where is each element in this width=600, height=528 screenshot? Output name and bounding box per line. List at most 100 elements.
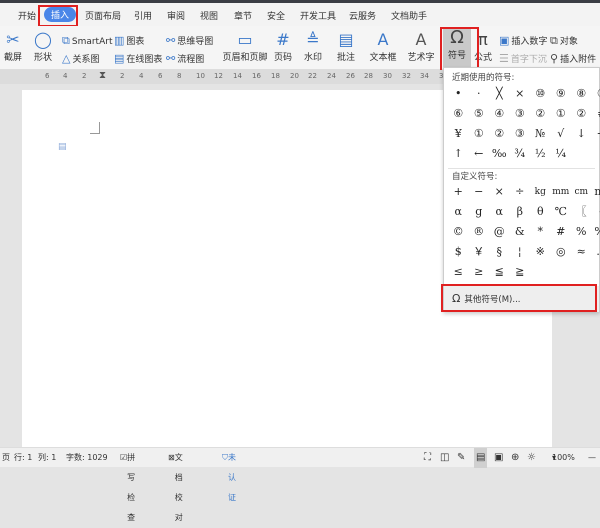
symbol-item[interactable]: ② xyxy=(571,104,592,124)
attachment-button[interactable]: ⚲插入附件 xyxy=(550,52,596,65)
symbol-item[interactable]: ÷ xyxy=(510,182,531,202)
symbol-item[interactable]: ⑨ xyxy=(551,84,572,104)
zoom-out-button[interactable]: — xyxy=(588,448,596,468)
symbol-item[interactable]: ⑧ xyxy=(571,84,592,104)
symbol-item[interactable]: ® xyxy=(469,222,490,242)
symbol-item[interactable]: ① xyxy=(469,124,490,144)
chart-button[interactable]: ▥图表 xyxy=(114,34,144,47)
symbol-item[interactable]: © xyxy=(448,222,469,242)
tab-page-layout[interactable]: 页面布局 xyxy=(85,9,121,22)
wordart-button[interactable]: A艺术字 xyxy=(405,30,437,63)
symbol-item[interactable]: · xyxy=(469,84,490,104)
symbol-item[interactable]: ① xyxy=(551,104,572,124)
symbol-item[interactable]: ≤ xyxy=(448,262,469,282)
symbol-item[interactable]: { xyxy=(592,202,600,222)
zoom-level[interactable]: 100% ▾ xyxy=(552,448,556,468)
tab-view[interactable]: 视图 xyxy=(200,9,218,22)
symbol-item[interactable]: ‰ xyxy=(489,144,510,164)
symbol-item[interactable]: ℃ xyxy=(551,202,572,222)
symbol-item[interactable]: ⑥ xyxy=(448,104,469,124)
symbol-item[interactable]: ≠ xyxy=(592,104,600,124)
page-number-button[interactable]: #页码 xyxy=(270,30,296,63)
symbol-item[interactable]: ￥ xyxy=(469,242,490,262)
symbol-item[interactable]: ⑤ xyxy=(469,104,490,124)
symbol-item[interactable]: α xyxy=(489,202,510,222)
symbol-item[interactable]: ⑦ xyxy=(592,84,600,104)
watermark-button[interactable]: ≜水印 xyxy=(300,30,326,63)
symbol-item[interactable]: × xyxy=(489,182,510,202)
symbol-item[interactable]: ③ xyxy=(510,124,531,144)
symbol-item[interactable]: α xyxy=(448,202,469,222)
symbol-item[interactable]: ¦ xyxy=(510,242,531,262)
eye-protect-icon[interactable]: ☼ xyxy=(527,448,536,468)
textbox-button[interactable]: A文本框 xyxy=(367,30,399,63)
symbol-item[interactable]: * xyxy=(530,222,551,242)
symbol-item[interactable]: θ xyxy=(530,202,551,222)
symbol-item[interactable]: ≈ xyxy=(571,242,592,262)
symbol-item[interactable]: … xyxy=(592,242,600,262)
indent-marker[interactable]: ⧗ xyxy=(99,70,106,81)
symbol-item[interactable]: ½ xyxy=(530,144,551,164)
fullscreen-icon[interactable]: ⛶ xyxy=(424,448,431,468)
symbol-item[interactable]: + xyxy=(448,182,469,202)
symbol-item[interactable]: g xyxy=(469,202,490,222)
symbol-item[interactable]: mm xyxy=(551,182,572,202)
symbol-item[interactable]: ※ xyxy=(530,242,551,262)
proofread-button[interactable]: ⊠ 文档校对 xyxy=(168,448,175,468)
symbol-item[interactable]: ≦ xyxy=(489,262,510,282)
mindmap-button[interactable]: ⚯思维导图 xyxy=(166,34,213,47)
tab-doc-assistant[interactable]: 文档助手 xyxy=(391,9,427,22)
word-count[interactable]: 字数: 1029 xyxy=(66,448,108,468)
screenshot-button[interactable]: ✂截屏 xyxy=(2,30,24,63)
symbol-item[interactable]: ⑩ xyxy=(530,84,551,104)
certification-button[interactable]: ⛉ 未认证 xyxy=(222,448,228,468)
shape-button[interactable]: ◯形状 xyxy=(30,30,56,63)
reading-mode-icon[interactable]: ◫ xyxy=(440,448,449,468)
relation-button[interactable]: △关系图 xyxy=(62,52,99,65)
spell-check-button[interactable]: ☑ 拼写检查 xyxy=(120,448,127,468)
comment-button[interactable]: ▤批注 xyxy=(334,30,358,63)
tab-security[interactable]: 安全 xyxy=(267,9,285,22)
symbol-item[interactable]: & xyxy=(510,222,531,242)
symbol-item[interactable]: ╳ xyxy=(489,84,510,104)
symbol-item[interactable]: ↓ xyxy=(571,124,592,144)
symbol-item[interactable]: 〖 xyxy=(571,202,592,222)
symbol-item[interactable]: ← xyxy=(469,144,490,164)
online-chart-button[interactable]: ▤在线图表 xyxy=(114,52,162,65)
tab-cloud[interactable]: 云服务 xyxy=(349,9,376,22)
symbol-item[interactable]: × xyxy=(510,84,531,104)
page-view-icon[interactable]: ▤ xyxy=(474,448,487,468)
flowchart-button[interactable]: ⚯流程图 xyxy=(166,52,204,65)
symbol-item[interactable]: kg xyxy=(530,182,551,202)
symbol-item[interactable]: ② xyxy=(530,104,551,124)
header-footer-button[interactable]: ▭页眉和页脚 xyxy=(222,30,268,63)
symbol-item[interactable]: ◎ xyxy=(551,242,572,262)
pen-icon[interactable]: ✎ xyxy=(457,448,465,468)
symbol-item[interactable]: m² xyxy=(592,182,600,202)
symbol-item[interactable]: § xyxy=(489,242,510,262)
symbol-item[interactable]: # xyxy=(551,222,572,242)
symbol-item[interactable]: ‰ xyxy=(592,222,600,242)
symbol-item[interactable]: cm xyxy=(571,182,592,202)
symbol-item[interactable]: ↑ xyxy=(448,144,469,164)
symbol-item[interactable]: ¾ xyxy=(510,144,531,164)
symbol-item[interactable]: β xyxy=(510,202,531,222)
tab-developer[interactable]: 开发工具 xyxy=(300,9,336,22)
symbol-item[interactable]: √ xyxy=(551,124,572,144)
tab-chapter[interactable]: 章节 xyxy=(234,9,252,22)
symbol-item[interactable]: − xyxy=(469,182,490,202)
symbol-item[interactable]: % xyxy=(571,222,592,242)
tab-references[interactable]: 引用 xyxy=(134,9,152,22)
object-button[interactable]: ⧉对象 xyxy=(550,34,578,48)
symbol-item[interactable]: ¥ xyxy=(448,124,469,144)
symbol-item[interactable]: ④ xyxy=(489,104,510,124)
insert-number-button[interactable]: ▣插入数字 xyxy=(499,34,547,47)
tab-home[interactable]: 开始 xyxy=(18,9,36,22)
tab-review[interactable]: 审阅 xyxy=(167,9,185,22)
symbol-item[interactable]: $ xyxy=(448,242,469,262)
symbol-item[interactable]: ¼ xyxy=(551,144,572,164)
smartart-button[interactable]: ⧉SmartArt xyxy=(62,34,112,48)
symbol-item[interactable]: № xyxy=(530,124,551,144)
symbol-item[interactable]: ≧ xyxy=(510,262,531,282)
outline-view-icon[interactable]: ▣ xyxy=(494,448,503,468)
